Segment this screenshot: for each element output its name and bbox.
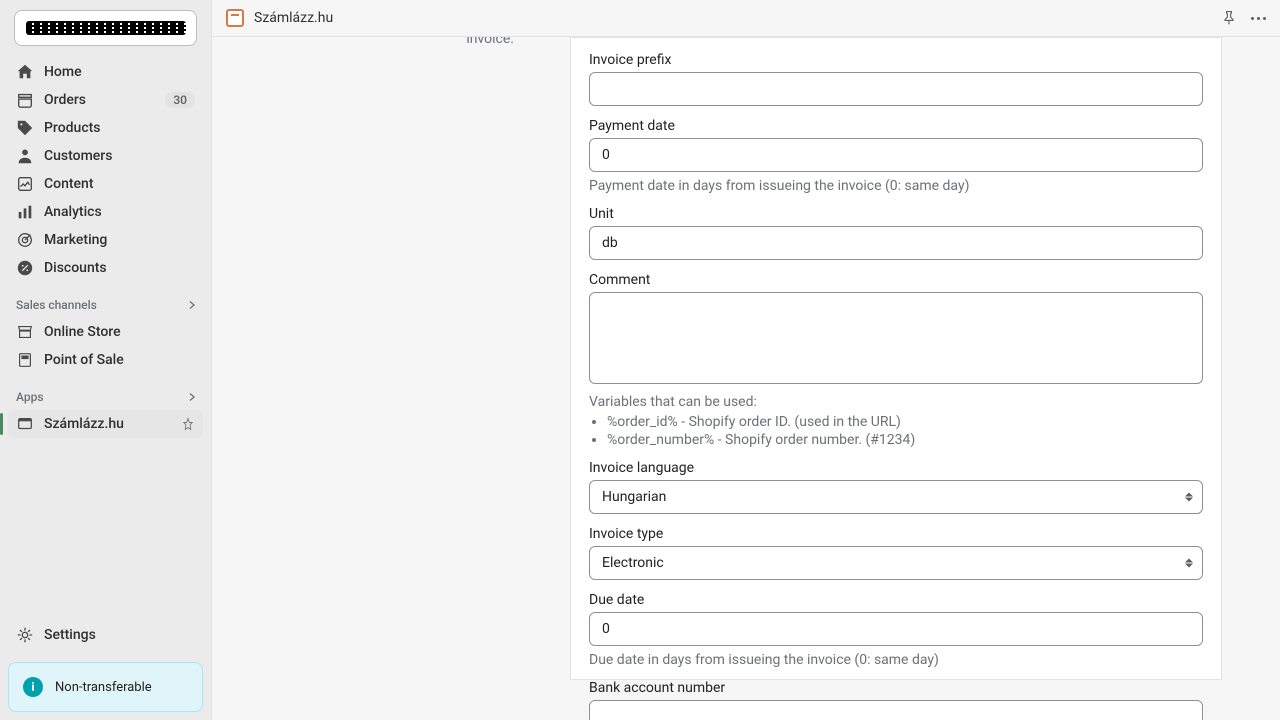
chevron-right-icon bbox=[185, 390, 199, 404]
field-invoice-prefix: Invoice prefix bbox=[589, 52, 1203, 106]
field-due-date: Due date Due date in days from issueing … bbox=[589, 592, 1203, 668]
apps-nav: Számlázz.hu bbox=[0, 408, 211, 440]
topbar: Számlázz.hu bbox=[212, 0, 1280, 37]
orders-badge: 30 bbox=[165, 92, 195, 108]
field-payment-date: Payment date Payment date in days from i… bbox=[589, 118, 1203, 194]
customers-icon bbox=[16, 147, 34, 165]
nav-label: Online Store bbox=[44, 324, 195, 340]
section-label: Apps bbox=[16, 390, 44, 404]
label: Payment date bbox=[589, 118, 1203, 134]
settings-card: Invoice prefix Payment date Payment date… bbox=[570, 37, 1222, 680]
app-logo-icon bbox=[226, 9, 244, 27]
info-icon: i bbox=[23, 677, 43, 697]
nav-label: Content bbox=[44, 176, 195, 192]
nav-home[interactable]: Home bbox=[8, 58, 203, 86]
sales-nav: Online Store Point of Sale bbox=[0, 316, 211, 376]
help-text: Due date in days from issueing the invoi… bbox=[589, 652, 1203, 668]
nav-marketing[interactable]: Marketing bbox=[8, 226, 203, 254]
invoice-prefix-input[interactable] bbox=[589, 72, 1203, 106]
due-date-input[interactable] bbox=[589, 612, 1203, 646]
marketing-icon bbox=[16, 231, 34, 249]
analytics-icon bbox=[16, 203, 34, 221]
label: Invoice language bbox=[589, 460, 1203, 476]
app-icon bbox=[16, 415, 34, 433]
pin-icon[interactable] bbox=[181, 417, 195, 431]
nav-label: Point of Sale bbox=[44, 352, 195, 368]
nav-label: Orders bbox=[44, 92, 165, 108]
apps-header[interactable]: Apps bbox=[0, 376, 211, 408]
sales-channels-header[interactable]: Sales channels bbox=[0, 284, 211, 316]
var-item: %order_number% - Shopify order number. (… bbox=[607, 432, 1203, 448]
field-comment: Comment Variables that can be used: %ord… bbox=[589, 272, 1203, 448]
field-bank-account: Bank account number bbox=[589, 680, 1203, 720]
pin-icon[interactable] bbox=[1221, 10, 1237, 26]
banner-text: Non-transferable bbox=[55, 680, 152, 695]
nav-label: Discounts bbox=[44, 260, 195, 276]
orders-icon bbox=[16, 91, 34, 109]
store-selector[interactable] bbox=[14, 10, 197, 46]
comment-textarea[interactable] bbox=[589, 292, 1203, 384]
nav-label: Analytics bbox=[44, 204, 195, 220]
home-icon bbox=[16, 63, 34, 81]
section-description-fragment: invoice. bbox=[270, 37, 550, 47]
field-unit: Unit bbox=[589, 206, 1203, 260]
var-item: %order_id% - Shopify order ID. (used in … bbox=[607, 414, 1203, 430]
nav-orders[interactable]: Orders 30 bbox=[8, 86, 203, 114]
invoice-language-select[interactable]: Hungarian bbox=[589, 480, 1203, 514]
label: Due date bbox=[589, 592, 1203, 608]
store-icon bbox=[16, 323, 34, 341]
vars-intro: Variables that can be used: bbox=[589, 394, 1203, 410]
bank-account-input[interactable] bbox=[589, 700, 1203, 720]
nav-discounts[interactable]: Discounts bbox=[8, 254, 203, 282]
label: Invoice prefix bbox=[589, 52, 1203, 68]
invoice-type-select[interactable]: Electronic bbox=[589, 546, 1203, 580]
pos-icon bbox=[16, 351, 34, 369]
nav-point-of-sale[interactable]: Point of Sale bbox=[8, 346, 203, 374]
label: Bank account number bbox=[589, 680, 1203, 696]
nav-customers[interactable]: Customers bbox=[8, 142, 203, 170]
label: Comment bbox=[589, 272, 1203, 288]
nav-settings[interactable]: Settings bbox=[8, 620, 203, 650]
store-name-redacted bbox=[26, 21, 186, 35]
unit-input[interactable] bbox=[589, 226, 1203, 260]
help-text: Payment date in days from issueing the i… bbox=[589, 178, 1203, 194]
nav-products[interactable]: Products bbox=[8, 114, 203, 142]
more-icon[interactable] bbox=[1251, 17, 1266, 20]
label: Invoice type bbox=[589, 526, 1203, 542]
chevron-right-icon bbox=[185, 298, 199, 312]
page-title: Számlázz.hu bbox=[254, 10, 333, 26]
nav-app-szamlazz[interactable]: Számlázz.hu bbox=[8, 410, 203, 438]
nav-online-store[interactable]: Online Store bbox=[8, 318, 203, 346]
section-label: Sales channels bbox=[16, 298, 97, 312]
sidebar: Home Orders 30 Products Customers bbox=[0, 0, 212, 720]
field-invoice-type: Invoice type Electronic bbox=[589, 526, 1203, 580]
non-transferable-banner: i Non-transferable bbox=[8, 662, 203, 712]
nav-analytics[interactable]: Analytics bbox=[8, 198, 203, 226]
nav-label: Settings bbox=[44, 627, 96, 643]
nav-label: Home bbox=[44, 64, 195, 80]
field-invoice-language: Invoice language Hungarian bbox=[589, 460, 1203, 514]
nav-label: Számlázz.hu bbox=[44, 416, 181, 432]
nav-label: Marketing bbox=[44, 232, 195, 248]
primary-nav: Home Orders 30 Products Customers bbox=[0, 56, 211, 284]
nav-content[interactable]: Content bbox=[8, 170, 203, 198]
nav-label: Customers bbox=[44, 148, 195, 164]
nav-label: Products bbox=[44, 120, 195, 136]
content-icon bbox=[16, 175, 34, 193]
vars-list: %order_id% - Shopify order ID. (used in … bbox=[589, 414, 1203, 448]
products-icon bbox=[16, 119, 34, 137]
discounts-icon bbox=[16, 259, 34, 277]
label: Unit bbox=[589, 206, 1203, 222]
gear-icon bbox=[16, 626, 34, 644]
payment-date-input[interactable] bbox=[589, 138, 1203, 172]
